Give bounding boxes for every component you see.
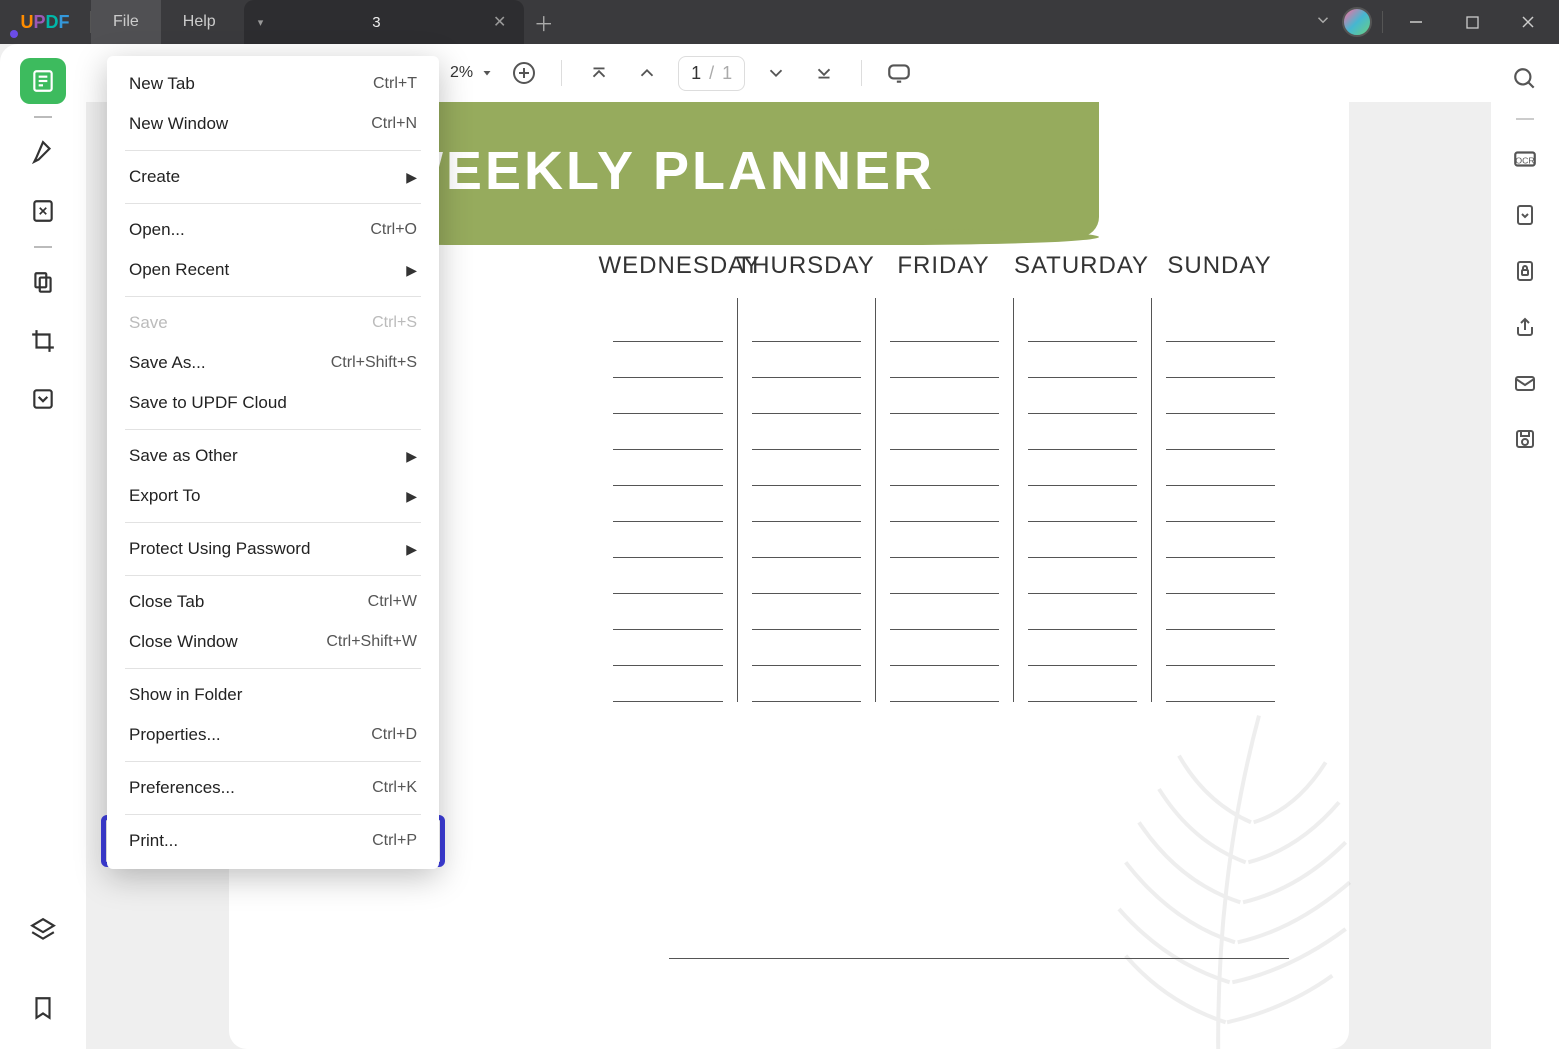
document-tab[interactable]: ▾ 3 ✕ [244, 0, 524, 44]
menu-show-folder[interactable]: Show in Folder [107, 675, 439, 715]
divider [1516, 118, 1534, 120]
divider [34, 246, 52, 248]
tab-close-icon[interactable]: ✕ [490, 12, 510, 32]
help-menu-button[interactable]: Help [161, 0, 238, 44]
last-page-button[interactable] [807, 56, 841, 90]
divider [1382, 11, 1383, 33]
divider [34, 116, 52, 118]
menu-properties[interactable]: Properties...Ctrl+D [107, 715, 439, 755]
svg-text:OCR: OCR [1515, 155, 1534, 165]
footer-rule [669, 958, 1289, 959]
menu-save-as[interactable]: Save As...Ctrl+Shift+S [107, 343, 439, 383]
file-menu-button[interactable]: File [91, 0, 161, 44]
compress-tool[interactable] [20, 376, 66, 422]
day-header: WEDNESDAY [599, 252, 737, 280]
menu-close-window[interactable]: Close WindowCtrl+Shift+W [107, 622, 439, 662]
prev-page-button[interactable] [630, 56, 664, 90]
menu-divider [125, 150, 421, 151]
file-dropdown-menu: New TabCtrl+T New WindowCtrl+N Create▶ O… [107, 56, 439, 869]
zoom-display[interactable]: 2% [450, 64, 493, 82]
first-page-button[interactable] [582, 56, 616, 90]
menu-new-tab[interactable]: New TabCtrl+T [107, 64, 439, 104]
submenu-arrow-icon: ▶ [406, 262, 417, 279]
divider [861, 60, 862, 86]
present-button[interactable] [882, 56, 916, 90]
close-window-button[interactable] [1505, 0, 1551, 44]
submenu-arrow-icon: ▶ [406, 448, 417, 465]
day-header: FRIDAY [875, 252, 1013, 280]
organize-pages-tool[interactable] [20, 260, 66, 306]
submenu-arrow-icon: ▶ [406, 541, 417, 558]
edit-text-tool[interactable] [20, 188, 66, 234]
tab-label: 3 [275, 14, 477, 31]
titlebar: UPDF File Help ▾ 3 ✕ ＋ [0, 0, 1559, 44]
day-header: SATURDAY [1013, 252, 1151, 280]
user-avatar[interactable] [1342, 7, 1372, 37]
left-sidebar [0, 44, 86, 1049]
menu-save: SaveCtrl+S [107, 303, 439, 343]
menu-divider [125, 522, 421, 523]
submenu-arrow-icon: ▶ [406, 488, 417, 505]
reader-tool[interactable] [20, 58, 66, 104]
menu-new-window[interactable]: New WindowCtrl+N [107, 104, 439, 144]
minimize-button[interactable] [1393, 0, 1439, 44]
new-tab-button[interactable]: ＋ [524, 8, 564, 37]
menu-protect[interactable]: Protect Using Password▶ [107, 529, 439, 569]
menu-open[interactable]: Open...Ctrl+O [107, 210, 439, 250]
menu-save-other[interactable]: Save as Other▶ [107, 436, 439, 476]
protect-button[interactable] [1508, 254, 1542, 288]
menu-close-tab[interactable]: Close TabCtrl+W [107, 582, 439, 622]
email-button[interactable] [1508, 366, 1542, 400]
highlighter-tool[interactable] [20, 130, 66, 176]
maximize-button[interactable] [1449, 0, 1495, 44]
day-header: SUNDAY [1151, 252, 1289, 280]
indicator-dot [10, 30, 18, 38]
menu-preferences[interactable]: Preferences...Ctrl+K [107, 768, 439, 808]
bookmark-tool[interactable] [20, 985, 66, 1031]
menu-save-cloud[interactable]: Save to UPDF Cloud [107, 383, 439, 423]
menu-export-to[interactable]: Export To▶ [107, 476, 439, 516]
convert-button[interactable] [1508, 198, 1542, 232]
right-sidebar: OCR [1491, 44, 1559, 1049]
menu-divider [125, 814, 421, 815]
share-button[interactable] [1508, 310, 1542, 344]
save-button[interactable] [1508, 422, 1542, 456]
day-header: THURSDAY [737, 252, 875, 280]
submenu-arrow-icon: ▶ [406, 169, 417, 186]
menu-divider [125, 575, 421, 576]
next-page-button[interactable] [759, 56, 793, 90]
ocr-button[interactable]: OCR [1508, 142, 1542, 176]
menu-create[interactable]: Create▶ [107, 157, 439, 197]
chevron-down-icon [481, 67, 493, 79]
menu-divider [125, 761, 421, 762]
page-number-input[interactable]: 1 / 1 [678, 56, 745, 91]
zoom-in-button[interactable] [507, 56, 541, 90]
leaf-decoration [1069, 689, 1369, 1049]
menu-divider [125, 429, 421, 430]
menu-print[interactable]: Print...Ctrl+P [107, 821, 439, 861]
menu-divider [125, 668, 421, 669]
crop-tool[interactable] [20, 318, 66, 364]
divider [561, 60, 562, 86]
tab-dropdown-icon[interactable]: ▾ [258, 16, 264, 29]
menu-divider [125, 203, 421, 204]
layers-tool[interactable] [20, 907, 66, 953]
menu-divider [125, 296, 421, 297]
menu-open-recent[interactable]: Open Recent▶ [107, 250, 439, 290]
search-button[interactable] [1508, 62, 1542, 96]
titlebar-dropdown-icon[interactable] [1314, 11, 1332, 34]
